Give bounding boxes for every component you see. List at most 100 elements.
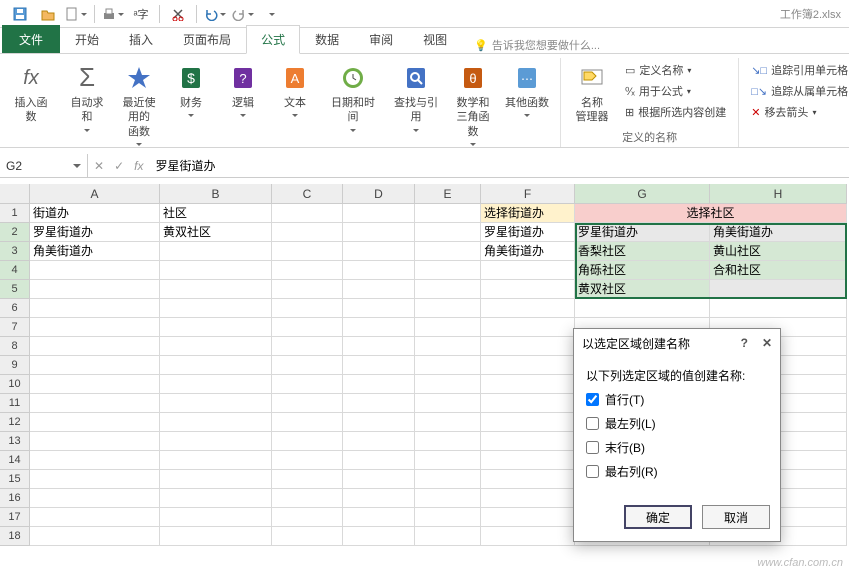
tab-home[interactable]: 开始 [60,25,114,53]
cell-merged[interactable]: 选择社区 [575,204,847,223]
cell[interactable] [272,432,343,451]
cell[interactable] [343,508,415,527]
cell[interactable] [272,242,343,261]
tab-formula[interactable]: 公式 [246,25,300,54]
cell[interactable] [415,489,481,508]
cell[interactable]: 黄双社区 [160,223,272,242]
col-header[interactable]: E [415,184,481,204]
datetime-button[interactable]: 日期和时间 [324,60,382,141]
cell[interactable] [481,451,575,470]
cell[interactable] [343,394,415,413]
cell[interactable] [30,413,160,432]
recent-functions-button[interactable]: 最近使用的 函数 [116,60,162,155]
cell[interactable]: 选择街道办 [481,204,575,223]
tab-layout[interactable]: 页面布局 [168,25,246,53]
cell[interactable] [160,394,272,413]
select-all-corner[interactable] [0,184,30,204]
cut-icon[interactable] [166,3,190,25]
new-icon[interactable] [64,3,88,25]
row-header[interactable]: 6 [0,299,30,318]
cell[interactable] [160,375,272,394]
cell[interactable] [160,451,272,470]
cell[interactable] [481,280,575,299]
row-header[interactable]: 16 [0,489,30,508]
cell[interactable] [343,280,415,299]
cell[interactable] [481,527,575,546]
cell[interactable] [575,299,710,318]
tab-view[interactable]: 视图 [408,25,462,53]
cancel-button[interactable]: 取消 [702,505,770,529]
checkbox-bottom-row[interactable]: 末行(B) [586,439,768,456]
cell[interactable] [30,432,160,451]
cell[interactable] [272,337,343,356]
cell[interactable] [481,337,575,356]
checkbox-left-col[interactable]: 最左列(L) [586,415,768,432]
cell[interactable] [343,375,415,394]
cell[interactable] [160,299,272,318]
cell[interactable] [415,356,481,375]
cancel-icon[interactable]: ✕ [94,159,104,173]
cell[interactable] [415,223,481,242]
col-header[interactable]: C [272,184,343,204]
cell[interactable] [415,299,481,318]
cell[interactable] [481,299,575,318]
cell[interactable] [272,318,343,337]
insert-function-button[interactable]: fx 插入函数 [8,60,54,127]
cell[interactable]: 罗星街道办 [481,223,575,242]
cell[interactable]: 香梨社区 [575,242,710,261]
cell[interactable] [481,356,575,375]
formula-input[interactable] [149,154,849,177]
cell[interactable] [343,223,415,242]
cell[interactable] [415,204,481,223]
row-header[interactable]: 12 [0,413,30,432]
cell[interactable] [481,432,575,451]
save-icon[interactable] [8,3,32,25]
cell[interactable] [415,527,481,546]
cell[interactable] [343,337,415,356]
cell[interactable] [415,413,481,432]
define-name-button[interactable]: ▭定义名称 ▾ [621,60,730,80]
cell[interactable] [272,470,343,489]
row-header[interactable]: 3 [0,242,30,261]
row-header[interactable]: 5 [0,280,30,299]
cell[interactable]: 角美街道办 [710,223,847,242]
cell[interactable] [415,508,481,527]
name-manager-button[interactable]: 名称 管理器 [569,60,615,127]
cell[interactable] [272,489,343,508]
cell[interactable]: 罗星街道办 [30,223,160,242]
tab-insert[interactable]: 插入 [114,25,168,53]
row-header[interactable]: 18 [0,527,30,546]
cell[interactable] [343,413,415,432]
tab-file[interactable]: 文件 [2,25,60,53]
row-header[interactable]: 7 [0,318,30,337]
col-header[interactable]: B [160,184,272,204]
cell[interactable] [30,508,160,527]
cell[interactable] [30,299,160,318]
col-header[interactable]: G [575,184,710,204]
cell[interactable] [415,318,481,337]
cell[interactable] [343,432,415,451]
cell[interactable]: 黄双社区 [575,280,710,299]
cell[interactable] [30,451,160,470]
autosum-button[interactable]: Σ自动求和 [64,60,110,141]
cell[interactable] [160,337,272,356]
cell[interactable] [481,318,575,337]
cell[interactable] [343,299,415,318]
cell[interactable] [481,489,575,508]
cell[interactable] [272,223,343,242]
row-header[interactable]: 8 [0,337,30,356]
row-header[interactable]: 1 [0,204,30,223]
cell[interactable] [30,318,160,337]
cell[interactable] [481,470,575,489]
redo-icon[interactable] [231,3,255,25]
cell[interactable] [160,318,272,337]
open-icon[interactable] [36,3,60,25]
cell[interactable] [343,470,415,489]
row-header[interactable]: 14 [0,451,30,470]
cell[interactable] [343,527,415,546]
cell[interactable] [160,489,272,508]
cell[interactable]: 罗星街道办 [575,223,710,242]
tell-me-search[interactable]: 💡告诉我您想要做什么... [474,37,600,53]
use-in-formula-button[interactable]: ⁰⁄ₓ用于公式 ▾ [621,81,730,101]
cell[interactable] [30,470,160,489]
